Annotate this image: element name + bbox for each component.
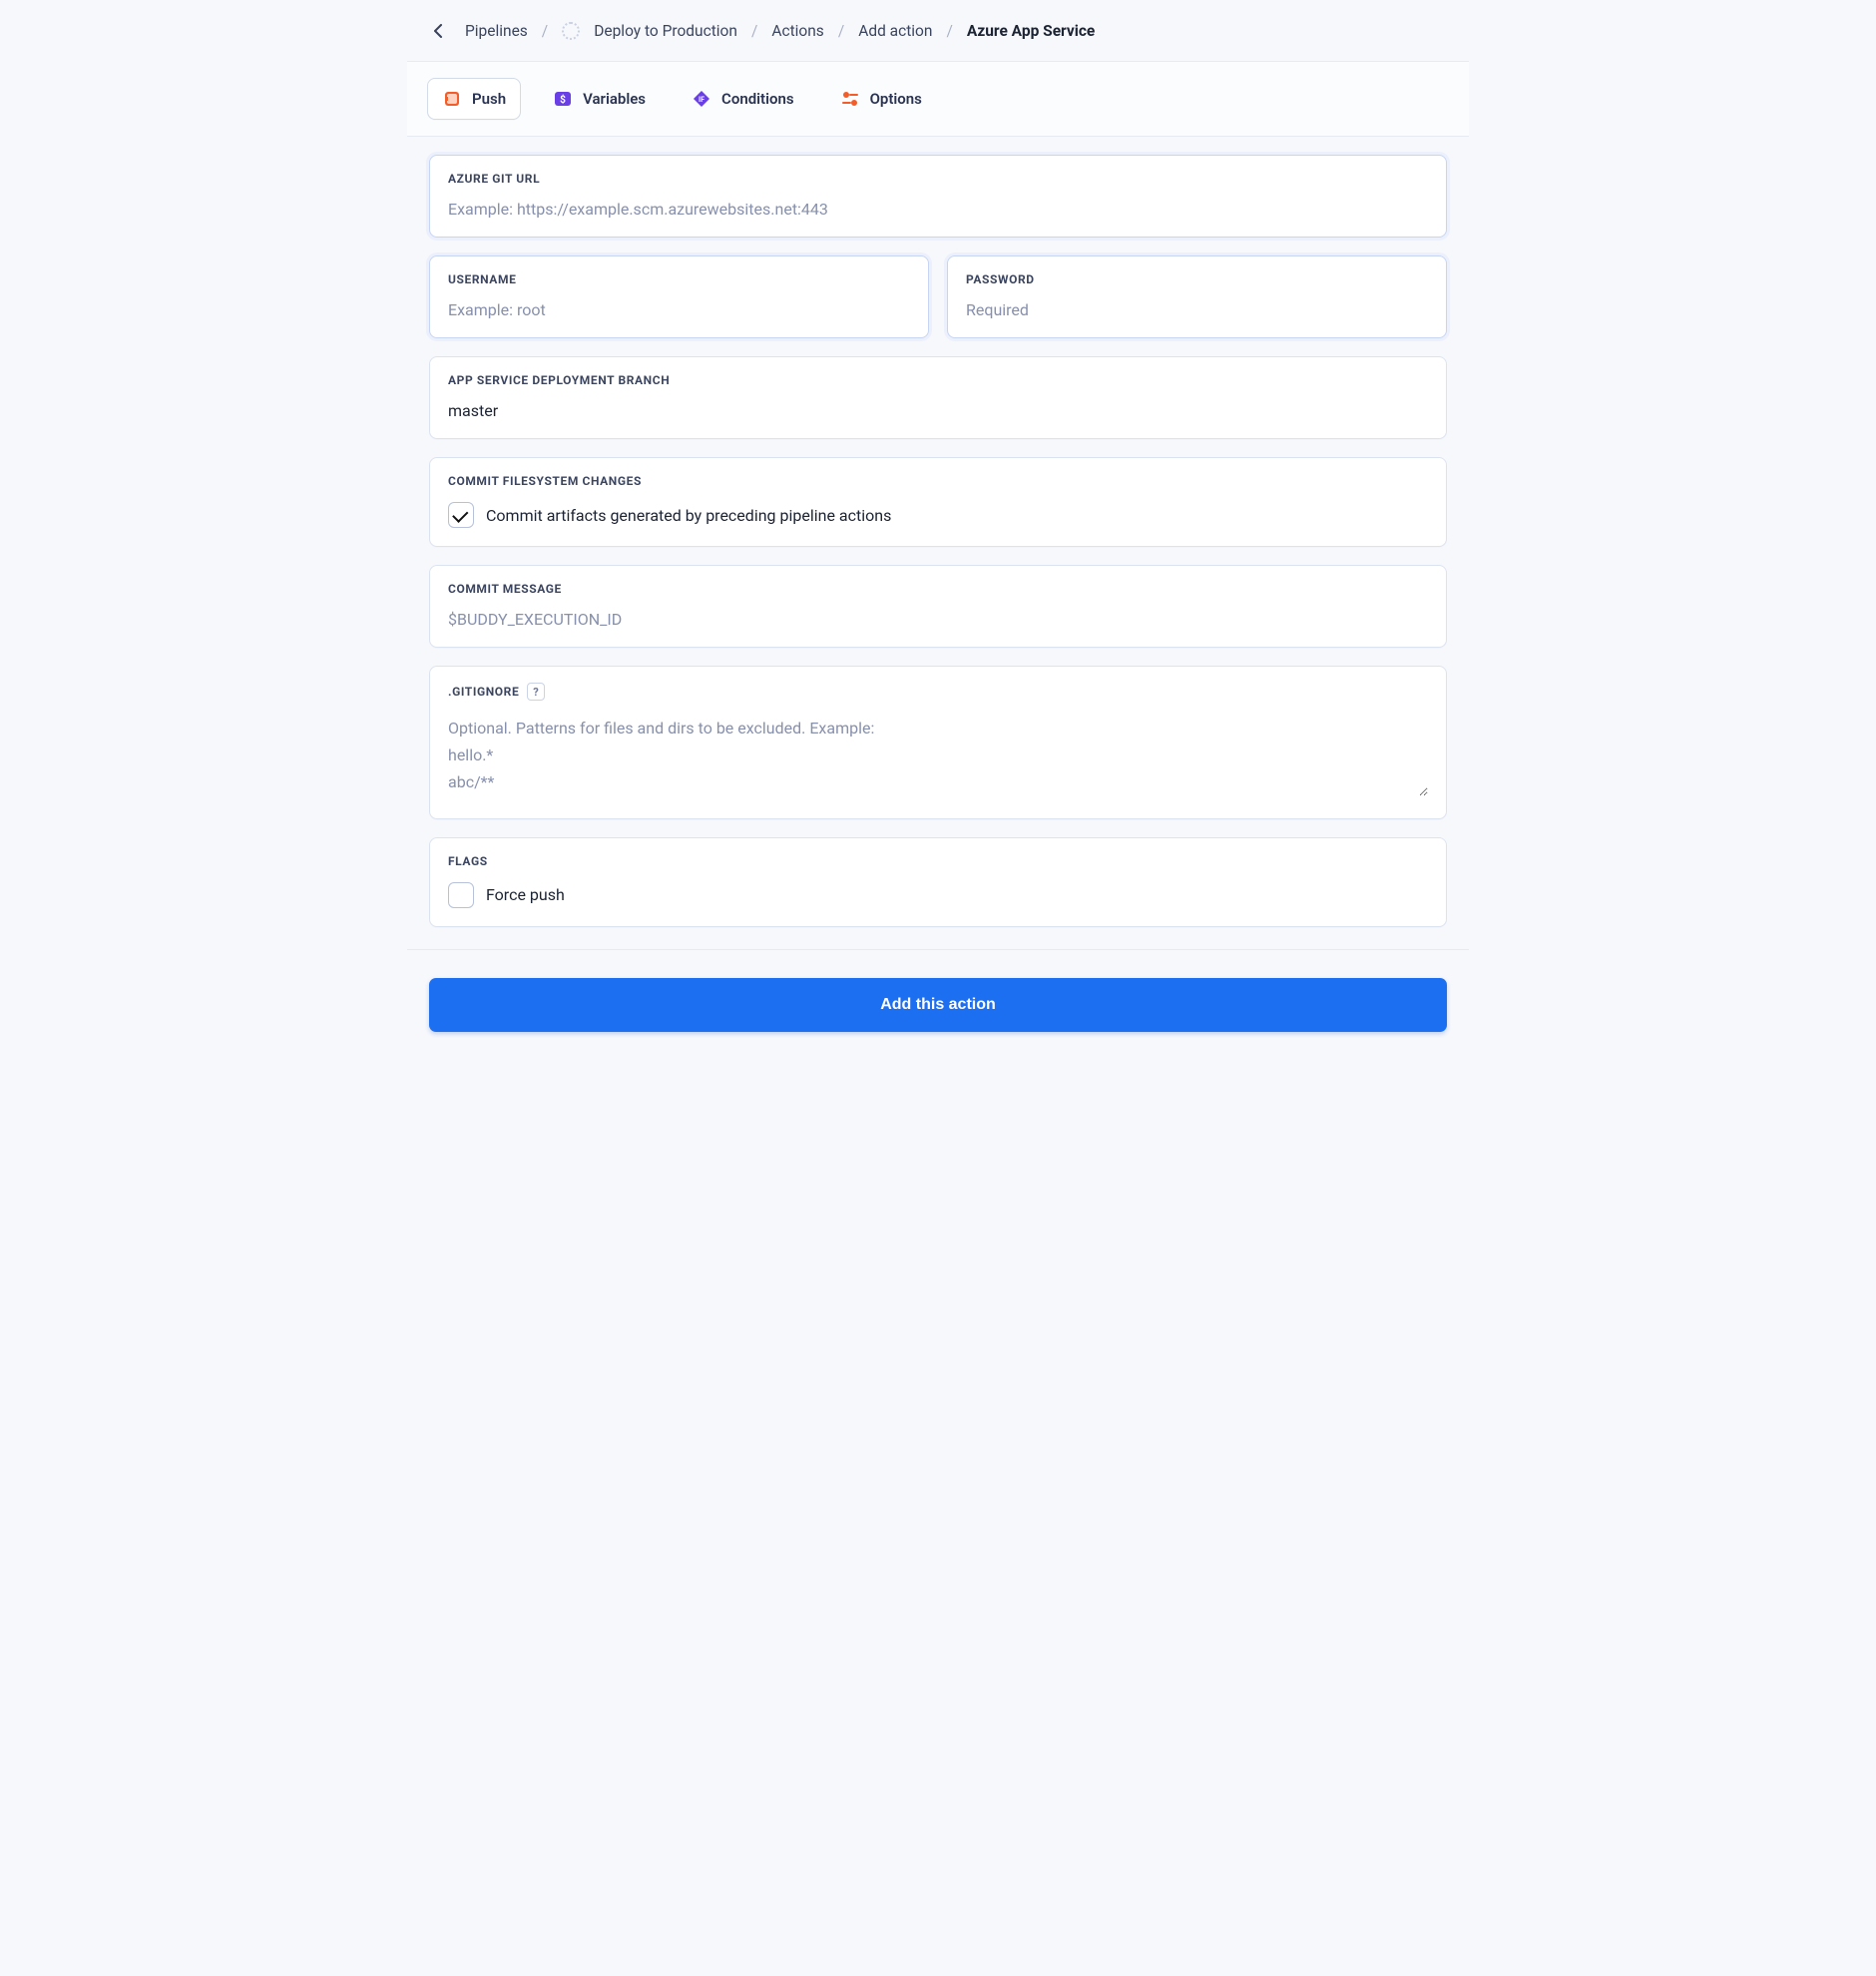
field-label-text: .GITIGNORE [448,685,519,699]
options-icon [840,89,860,109]
footer: Add this action [407,949,1469,1062]
tabs: Push $ Variables IF Conditions [407,62,1469,137]
tab-label: Variables [583,90,646,108]
field-label: COMMIT FILESYSTEM CHANGES [448,474,1428,488]
spinner-icon [562,22,580,40]
checkbox-label: Commit artifacts generated by preceding … [486,506,891,525]
deployment-branch-input[interactable] [448,401,1428,420]
variables-icon: $ [553,89,573,109]
chevron-left-icon [433,24,445,38]
tab-label: Push [472,90,506,108]
field-label: COMMIT MESSAGE [448,582,1428,596]
breadcrumb-item-actions[interactable]: Actions [771,22,823,40]
form: AZURE GIT URL USERNAME PASSWORD APP SERV… [407,137,1469,949]
breadcrumb-item-deploy[interactable]: Deploy to Production [594,22,737,40]
tab-conditions[interactable]: IF Conditions [678,79,808,119]
field-deployment-branch: APP SERVICE DEPLOYMENT BRANCH [429,356,1447,439]
breadcrumb-separator: / [542,22,548,40]
field-gitignore: .GITIGNORE ? [429,666,1447,819]
field-password: PASSWORD [947,255,1447,338]
field-label: FLAGS [448,854,1428,868]
field-label: PASSWORD [966,272,1428,286]
tab-label: Options [870,90,922,108]
checkbox-label: Force push [486,885,565,904]
back-button[interactable] [427,19,451,43]
breadcrumb: Pipelines / Deploy to Production / Actio… [407,0,1469,62]
field-label: .GITIGNORE ? [448,683,1428,701]
field-label: APP SERVICE DEPLOYMENT BRANCH [448,373,1428,387]
tab-variables[interactable]: $ Variables [539,79,660,119]
field-flags: FLAGS Force push [429,837,1447,927]
breadcrumb-item-add-action[interactable]: Add action [858,22,932,40]
field-label: USERNAME [448,272,910,286]
add-action-button[interactable]: Add this action [429,978,1447,1032]
breadcrumb-item-pipelines[interactable]: Pipelines [465,22,528,40]
field-commit-fs-changes: COMMIT FILESYSTEM CHANGES Commit artifac… [429,457,1447,547]
force-push-checkbox[interactable] [448,882,474,908]
field-label: AZURE GIT URL [448,172,1428,186]
commit-message-input[interactable] [448,610,1428,629]
help-icon[interactable]: ? [527,683,545,701]
tab-label: Conditions [721,90,794,108]
password-input[interactable] [966,300,1428,319]
gitignore-textarea[interactable] [448,715,1428,796]
breadcrumb-item-current: Azure App Service [967,22,1095,40]
breadcrumb-separator: / [751,22,757,40]
conditions-icon: IF [692,89,711,109]
field-username: USERNAME [429,255,929,338]
username-input[interactable] [448,300,910,319]
tab-options[interactable]: Options [826,79,936,119]
azure-git-url-input[interactable] [448,200,1428,219]
svg-text:$: $ [560,93,566,106]
commit-fs-checkbox[interactable] [448,502,474,528]
push-icon [442,89,462,109]
tab-push[interactable]: Push [427,78,521,120]
field-commit-message: COMMIT MESSAGE [429,565,1447,648]
field-azure-git-url: AZURE GIT URL [429,155,1447,238]
svg-text:IF: IF [699,96,704,104]
breadcrumb-separator: / [838,22,844,40]
breadcrumb-separator: / [946,22,952,40]
